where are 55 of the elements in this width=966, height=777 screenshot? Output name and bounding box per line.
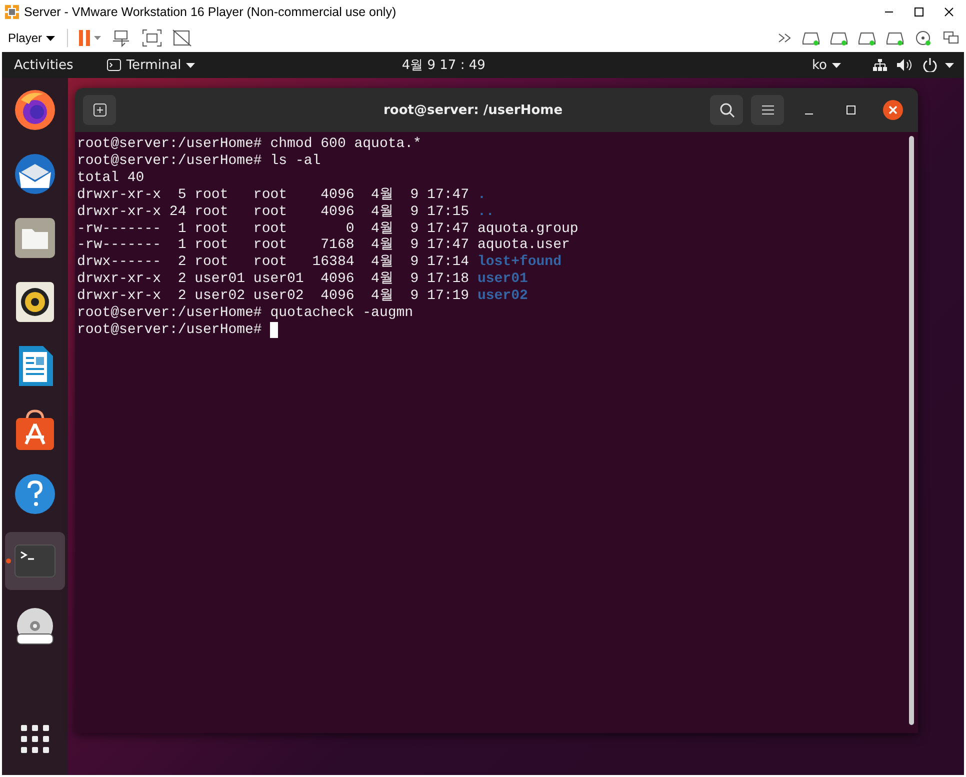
close-icon bbox=[944, 7, 954, 17]
power-icon[interactable] bbox=[923, 58, 937, 72]
pause-button[interactable] bbox=[78, 29, 102, 47]
terminal-line: root@server:/userHome# quotacheck -augmn bbox=[77, 305, 414, 322]
search-icon bbox=[718, 102, 734, 118]
help-icon bbox=[13, 472, 57, 516]
terminal-line: root@server:/userHome# ls -al bbox=[77, 152, 322, 170]
overflow-icon[interactable] bbox=[778, 33, 792, 43]
terminal-title: root@server: /userHome bbox=[382, 102, 564, 118]
pause-icon bbox=[78, 29, 102, 47]
drive-icon[interactable] bbox=[802, 30, 820, 46]
clock[interactable]: 4월 9 17 : 49 bbox=[197, 56, 690, 74]
plus-icon bbox=[92, 103, 106, 117]
caret-icon bbox=[832, 62, 841, 68]
terminal-line: drwxr-xr-x 2 user02 user02 4096 4월 9 17:19 user02 bbox=[77, 288, 529, 306]
caret-icon[interactable] bbox=[945, 62, 954, 68]
minimize-icon bbox=[884, 11, 894, 13]
activities-button[interactable]: Activities bbox=[12, 58, 76, 72]
maximize-icon bbox=[846, 105, 856, 115]
app-menu[interactable]: Terminal bbox=[105, 58, 198, 72]
caret-icon bbox=[186, 62, 196, 68]
maximize-icon bbox=[914, 7, 924, 17]
caret-icon bbox=[46, 36, 56, 40]
terminal-line: drwx------ 2 root root 16384 4월 9 17:14 lost+found bbox=[77, 254, 562, 272]
terminal-line: -rw------- 1 root root 7168 4월 9 17:47 aquota.user bbox=[77, 237, 571, 254]
terminal-line: drwxr-xr-x 24 root root 4096 4월 9 17:15 .. bbox=[77, 204, 496, 221]
search-button[interactable] bbox=[710, 95, 743, 125]
terminal-line: drwxr-xr-x 5 root root 4096 4월 9 17:47 . bbox=[77, 186, 487, 204]
player-menu[interactable]: Player bbox=[6, 29, 58, 47]
terminal-line: drwxr-xr-x 2 user01 user01 4096 4월 9 17:18 user01 bbox=[77, 271, 529, 288]
close-icon bbox=[883, 100, 903, 120]
window-title: Server - VMware Workstation 16 Player (Non-commercial use only) bbox=[24, 5, 398, 19]
drive-icon[interactable] bbox=[858, 30, 876, 46]
scrollbar[interactable] bbox=[909, 136, 914, 725]
input-method-menu[interactable]: ko bbox=[810, 58, 843, 72]
terminal-line: root@server:/userHome# chmod 600 aquota.* bbox=[77, 136, 422, 153]
drive-icon[interactable] bbox=[830, 30, 848, 46]
volume-icon[interactable] bbox=[897, 59, 913, 71]
disc-icon[interactable] bbox=[914, 30, 932, 46]
app-grid-icon bbox=[19, 723, 51, 755]
new-tab-button[interactable] bbox=[83, 95, 116, 125]
speaker-icon bbox=[13, 280, 57, 324]
terminal-icon bbox=[107, 59, 122, 71]
terminal-line: -rw------- 1 root root 0 4월 9 17:47 aquota.group bbox=[77, 220, 580, 238]
shopping-bag-icon bbox=[13, 408, 57, 452]
drive-icon[interactable] bbox=[886, 30, 904, 46]
terminal-line: total 40 bbox=[77, 170, 146, 187]
menu-icon bbox=[762, 104, 774, 116]
minimize-icon bbox=[804, 113, 814, 115]
app-logo-icon bbox=[4, 4, 20, 20]
firefox-icon bbox=[13, 88, 57, 132]
menu-button[interactable] bbox=[751, 95, 784, 125]
terminal-line: root@server:/userHome# bbox=[77, 322, 905, 339]
folder-icon bbox=[13, 216, 57, 260]
fullscreen-icon[interactable] bbox=[142, 29, 162, 47]
